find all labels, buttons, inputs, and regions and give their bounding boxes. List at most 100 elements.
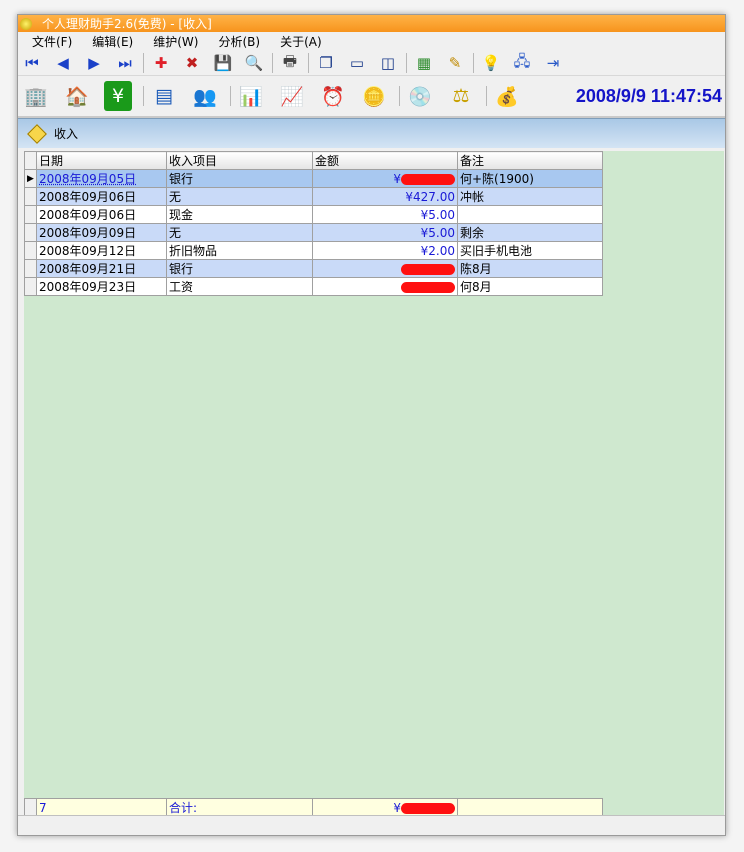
toolbar-separator bbox=[399, 86, 400, 106]
cascade-icon[interactable]: ❐ bbox=[315, 52, 337, 74]
cell-item[interactable]: 银行 bbox=[166, 169, 313, 188]
cell-item[interactable]: 工资 bbox=[166, 277, 313, 296]
header-row: 日期 收入项目 金额 备注 bbox=[24, 151, 603, 170]
chart-table-icon[interactable]: 📈 bbox=[278, 81, 306, 111]
menu-file[interactable]: 文件(F) bbox=[32, 33, 72, 50]
menu-analysis[interactable]: 分析(B) bbox=[218, 33, 260, 50]
disk-icon[interactable]: 💿 bbox=[406, 81, 434, 111]
income-table: 日期 收入项目 金额 备注 ▶ 2008年09月05日 银行 ¥ 何+陈(1900) 20… bbox=[24, 151, 603, 296]
table-row[interactable]: ▶ 2008年09月05日 银行 ¥ 何+陈(1900) bbox=[24, 169, 603, 188]
row-selector[interactable] bbox=[24, 205, 37, 224]
tile-icon[interactable]: ◫ bbox=[377, 52, 399, 74]
cell-note[interactable]: 何8月 bbox=[457, 277, 603, 296]
alarm-clock-icon[interactable]: ⏰ bbox=[319, 81, 347, 111]
income-grid[interactable]: 日期 收入项目 金额 备注 ▶ 2008年09月05日 银行 ¥ 何+陈(1900) 20… bbox=[24, 151, 724, 817]
table-row[interactable]: 2008年09月21日 银行 陈8月 bbox=[24, 259, 603, 278]
cell-amount[interactable]: ¥5.00 bbox=[312, 205, 458, 224]
cell-date[interactable]: 2008年09月06日 bbox=[36, 205, 167, 224]
cell-note[interactable]: 剩余 bbox=[457, 223, 603, 242]
row-selector[interactable]: ▶ bbox=[24, 169, 37, 188]
first-record-icon[interactable]: ⏮ bbox=[21, 52, 43, 74]
cell-item-text: 工资 bbox=[169, 280, 194, 294]
save-icon[interactable]: 💾 bbox=[212, 52, 234, 74]
yen-icon[interactable]: ¥ bbox=[104, 81, 132, 111]
cell-date[interactable]: 2008年09月05日 bbox=[36, 169, 167, 188]
menu-about[interactable]: 关于(A) bbox=[280, 33, 322, 50]
cell-item[interactable]: 无 bbox=[166, 223, 313, 242]
table-row[interactable]: 2008年09月09日 无 ¥5.00 剩余 bbox=[24, 223, 603, 242]
cell-note[interactable]: 何+陈(1900) bbox=[457, 169, 603, 188]
cell-amount[interactable]: ¥427.00 bbox=[312, 187, 458, 206]
coins-icon[interactable]: 🪙 bbox=[360, 81, 388, 111]
menu-maintain[interactable]: 维护(W) bbox=[153, 33, 198, 50]
bar-chart-icon[interactable]: 📊 bbox=[237, 81, 265, 111]
column-header-amount[interactable]: 金额 bbox=[312, 151, 458, 170]
cell-item-text: 银行 bbox=[169, 172, 194, 186]
people-icon[interactable]: 👥 bbox=[191, 81, 219, 111]
cell-note-text: 何+陈(1900) bbox=[460, 172, 534, 186]
prev-record-icon[interactable]: ◀ bbox=[52, 52, 74, 74]
exit-icon[interactable]: ⇥ bbox=[542, 52, 564, 74]
summary-note bbox=[457, 798, 603, 817]
cell-date-text: 2008年09月12日 bbox=[39, 244, 137, 258]
cell-amount[interactable]: ¥5.00 bbox=[312, 223, 458, 242]
cell-note[interactable]: 陈8月 bbox=[457, 259, 603, 278]
balance-icon[interactable]: ⚖ bbox=[447, 81, 475, 111]
money-bag-icon[interactable]: 💰 bbox=[493, 81, 521, 111]
cell-note[interactable]: 冲帐 bbox=[457, 187, 603, 206]
cell-note[interactable]: 买旧手机电池 bbox=[457, 241, 603, 260]
next-record-icon[interactable]: ▶ bbox=[83, 52, 105, 74]
app-icon bbox=[20, 17, 32, 30]
cell-item[interactable]: 折旧物品 bbox=[166, 241, 313, 260]
delete-icon[interactable]: ✖ bbox=[181, 52, 203, 74]
network-icon[interactable]: 🖧 bbox=[511, 52, 533, 74]
building-icon[interactable]: 🏢 bbox=[22, 81, 50, 111]
column-header-note[interactable]: 备注 bbox=[457, 151, 603, 170]
cell-amount[interactable] bbox=[312, 259, 458, 278]
add-icon[interactable]: ✚ bbox=[150, 52, 172, 74]
menu-edit[interactable]: 编辑(E) bbox=[92, 33, 133, 50]
cell-amount[interactable] bbox=[312, 277, 458, 296]
last-record-icon[interactable]: ⏭ bbox=[114, 52, 136, 74]
cell-date[interactable]: 2008年09月23日 bbox=[36, 277, 167, 296]
table-row[interactable]: 2008年09月06日 无 ¥427.00 冲帐 bbox=[24, 187, 603, 206]
note-icon[interactable]: ✎ bbox=[444, 52, 466, 74]
cell-item-text: 无 bbox=[169, 190, 182, 204]
cell-item[interactable]: 银行 bbox=[166, 259, 313, 278]
cell-item-text: 折旧物品 bbox=[169, 244, 218, 258]
row-selector bbox=[24, 798, 37, 817]
cell-note[interactable] bbox=[457, 205, 603, 224]
table-row[interactable]: 2008年09月12日 折旧物品 ¥2.00 买旧手机电池 bbox=[24, 241, 603, 260]
cell-date[interactable]: 2008年09月09日 bbox=[36, 223, 167, 242]
cell-date[interactable]: 2008年09月06日 bbox=[36, 187, 167, 206]
excel-icon[interactable]: ▦ bbox=[413, 52, 435, 74]
cell-item[interactable]: 无 bbox=[166, 187, 313, 206]
table-icon[interactable]: ▤ bbox=[150, 81, 178, 111]
print-icon[interactable]: 🖶 bbox=[279, 52, 301, 74]
cell-amount[interactable]: ¥ bbox=[312, 169, 458, 188]
column-header-date[interactable]: 日期 bbox=[36, 151, 167, 170]
row-selector[interactable] bbox=[24, 187, 37, 206]
row-selector[interactable] bbox=[24, 223, 37, 242]
panel-title: 收入 bbox=[54, 127, 79, 141]
window-icon[interactable]: ▭ bbox=[346, 52, 368, 74]
table-row[interactable]: 2008年09月06日 现金 ¥5.00 bbox=[24, 205, 603, 224]
row-selector[interactable] bbox=[24, 259, 37, 278]
row-selector[interactable] bbox=[24, 277, 37, 296]
cell-amount[interactable]: ¥2.00 bbox=[312, 241, 458, 260]
cell-date[interactable]: 2008年09月12日 bbox=[36, 241, 167, 260]
toolbar-separator bbox=[230, 86, 231, 106]
summary-amount-text: ¥ bbox=[393, 800, 401, 815]
cell-date[interactable]: 2008年09月21日 bbox=[36, 259, 167, 278]
column-header-item[interactable]: 收入项目 bbox=[166, 151, 313, 170]
cell-date-text: 2008年09月23日 bbox=[39, 280, 137, 294]
preview-icon[interactable]: 🔍 bbox=[243, 52, 265, 74]
title-bar: 个人理财助手2.6(免费) - [收入] bbox=[18, 15, 725, 32]
house-icon[interactable]: 🏠 bbox=[63, 81, 91, 111]
status-bar bbox=[18, 815, 725, 835]
tip-icon[interactable]: 💡 bbox=[480, 52, 502, 74]
toolbar-separator bbox=[308, 53, 309, 73]
cell-item[interactable]: 现金 bbox=[166, 205, 313, 224]
row-selector[interactable] bbox=[24, 241, 37, 260]
table-row[interactable]: 2008年09月23日 工资 何8月 bbox=[24, 277, 603, 296]
